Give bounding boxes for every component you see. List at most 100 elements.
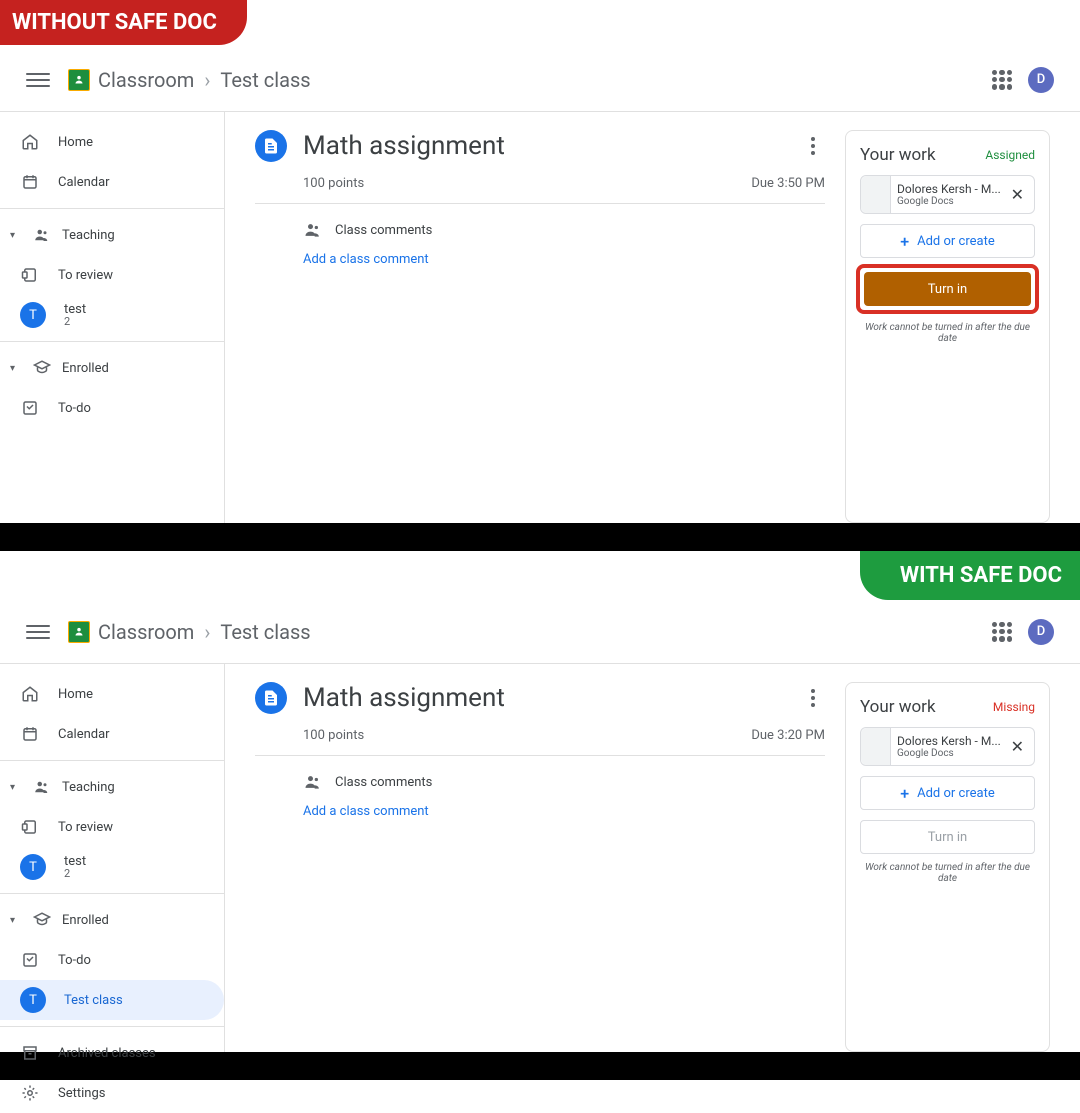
work-note: Work cannot be turned in after the due d… xyxy=(860,862,1035,884)
sidebar-section-teaching[interactable]: ▾ Teaching xyxy=(0,215,224,255)
plus-icon: + xyxy=(900,232,909,251)
more-options-button[interactable] xyxy=(801,686,825,710)
sidebar-item-archived[interactable]: Archived classes xyxy=(0,1033,224,1073)
sidebar-item-review[interactable]: To review xyxy=(0,255,224,295)
breadcrumb-app[interactable]: Classroom xyxy=(98,68,194,92)
calendar-icon xyxy=(20,172,40,192)
sidebar-item-label: Enrolled xyxy=(62,913,109,928)
people-icon xyxy=(303,220,323,240)
breadcrumb-class[interactable]: Test class xyxy=(220,68,310,92)
highlight-box: Turn in xyxy=(856,264,1039,314)
attachment-item[interactable]: Dolores Kersh - M...Google Docs ✕ xyxy=(860,175,1035,214)
todo-icon xyxy=(20,950,40,970)
sidebar-item-home[interactable]: Home xyxy=(0,122,224,162)
attachment-type: Google Docs xyxy=(897,196,1007,207)
remove-attachment-button[interactable]: ✕ xyxy=(1007,737,1028,756)
header: Classroom › Test class D xyxy=(0,600,1080,664)
chevron-down-icon: ▾ xyxy=(10,915,22,926)
class-comments-header: Class comments xyxy=(335,223,432,238)
sidebar-item-label: Teaching xyxy=(62,228,115,243)
banner-with: WITH SAFE DOC xyxy=(860,551,1080,600)
points-label: 100 points xyxy=(303,176,364,191)
add-comment-link[interactable]: Add a class comment xyxy=(255,244,825,267)
attachment-thumb xyxy=(861,176,891,213)
sidebar-item-home[interactable]: Home xyxy=(0,674,224,714)
status-badge: Missing xyxy=(993,700,1035,714)
banner-without: WITHOUT SAFE DOC xyxy=(0,0,247,45)
sidebar-item-settings[interactable]: Settings xyxy=(0,1073,224,1113)
sidebar-item-label: Archived classes xyxy=(58,1046,156,1061)
assignment-title: Math assignment xyxy=(303,131,785,161)
add-create-label: Add or create xyxy=(917,234,995,249)
your-work-card: Your work Assigned Dolores Kersh - M...Go… xyxy=(845,130,1050,523)
sidebar-item-todo[interactable]: To-do xyxy=(0,388,224,428)
sidebar-item-label: To review xyxy=(58,268,113,283)
sidebar: Home Calendar ▾ Teaching To review Ttest2… xyxy=(0,664,225,1052)
class-badge: T xyxy=(20,854,46,880)
google-apps-button[interactable] xyxy=(992,622,1012,642)
breadcrumb: Classroom › Test class xyxy=(98,68,311,92)
menu-button[interactable] xyxy=(26,68,50,92)
archive-icon xyxy=(20,1043,40,1063)
assignment-content: Math assignment 100 points Due 3:20 PM C… xyxy=(255,682,825,1052)
sidebar-item-label: Teaching xyxy=(62,780,115,795)
turn-in-button[interactable]: Turn in xyxy=(864,272,1031,306)
attachment-item[interactable]: Dolores Kersh - M...Google Docs ✕ xyxy=(860,727,1035,766)
remove-attachment-button[interactable]: ✕ xyxy=(1007,185,1028,204)
teaching-icon xyxy=(32,777,52,797)
sidebar-item-testclass-enrolled[interactable]: TTest class xyxy=(0,980,224,1020)
calendar-icon xyxy=(20,724,40,744)
turn-in-button-disabled: Turn in xyxy=(860,820,1035,854)
attachment-name: Dolores Kersh - M... xyxy=(897,182,1007,196)
menu-button[interactable] xyxy=(26,620,50,644)
sidebar-item-label: To review xyxy=(58,820,113,835)
class-badge: T xyxy=(20,987,46,1013)
your-work-title: Your work xyxy=(860,145,936,165)
sidebar-item-label: To-do xyxy=(58,401,91,416)
assignment-content: Math assignment 100 points Due 3:50 PM C… xyxy=(255,130,825,523)
sidebar-item-calendar[interactable]: Calendar xyxy=(0,162,224,202)
attachment-name: Dolores Kersh - M... xyxy=(897,734,1007,748)
sidebar-item-calendar[interactable]: Calendar xyxy=(0,714,224,754)
sidebar-item-testclass[interactable]: Ttest2 xyxy=(0,295,224,335)
google-apps-button[interactable] xyxy=(992,70,1012,90)
classroom-icon xyxy=(68,621,90,643)
sidebar-section-teaching[interactable]: ▾ Teaching xyxy=(0,767,224,807)
classroom-without-safedoc: Classroom › Test class D Home Calendar ▾… xyxy=(0,48,1080,523)
teaching-icon xyxy=(32,225,52,245)
account-avatar[interactable]: D xyxy=(1028,619,1054,645)
assignment-icon xyxy=(255,130,287,162)
sidebar-item-label: Settings xyxy=(58,1086,105,1101)
class-comments-header: Class comments xyxy=(335,775,432,790)
attachment-type: Google Docs xyxy=(897,748,1007,759)
enrolled-icon xyxy=(32,910,52,930)
status-badge: Assigned xyxy=(985,148,1035,162)
divider xyxy=(0,523,1080,551)
add-or-create-button[interactable]: + Add or create xyxy=(860,776,1035,810)
chevron-down-icon: ▾ xyxy=(10,782,22,793)
breadcrumb-class[interactable]: Test class xyxy=(220,620,310,644)
sidebar-item-todo[interactable]: To-do xyxy=(0,940,224,980)
add-create-label: Add or create xyxy=(917,786,995,801)
sidebar-section-enrolled[interactable]: ▾ Enrolled xyxy=(0,900,224,940)
due-label: Due 3:20 PM xyxy=(751,728,825,743)
chevron-down-icon: ▾ xyxy=(10,230,22,241)
plus-icon: + xyxy=(900,784,909,803)
home-icon xyxy=(20,132,40,152)
sidebar: Home Calendar ▾ Teaching To review Ttest2… xyxy=(0,112,225,523)
account-avatar[interactable]: D xyxy=(1028,67,1054,93)
your-work-card: Your workMissing Dolores Kersh - M...Goo… xyxy=(845,682,1050,1052)
sidebar-section-enrolled[interactable]: ▾Enrolled xyxy=(0,348,224,388)
more-options-button[interactable] xyxy=(801,134,825,158)
breadcrumb-app[interactable]: Classroom xyxy=(98,620,194,644)
sidebar-item-testclass[interactable]: Ttest2 xyxy=(0,847,224,887)
sidebar-item-review[interactable]: To review xyxy=(0,807,224,847)
add-or-create-button[interactable]: + Add or create xyxy=(860,224,1035,258)
home-icon xyxy=(20,684,40,704)
breadcrumb: Classroom › Test class xyxy=(98,620,311,644)
due-label: Due 3:50 PM xyxy=(751,176,825,191)
points-label: 100 points xyxy=(303,728,364,743)
add-comment-link[interactable]: Add a class comment xyxy=(255,796,825,819)
chevron-right-icon: › xyxy=(204,68,210,92)
review-icon xyxy=(20,265,40,285)
